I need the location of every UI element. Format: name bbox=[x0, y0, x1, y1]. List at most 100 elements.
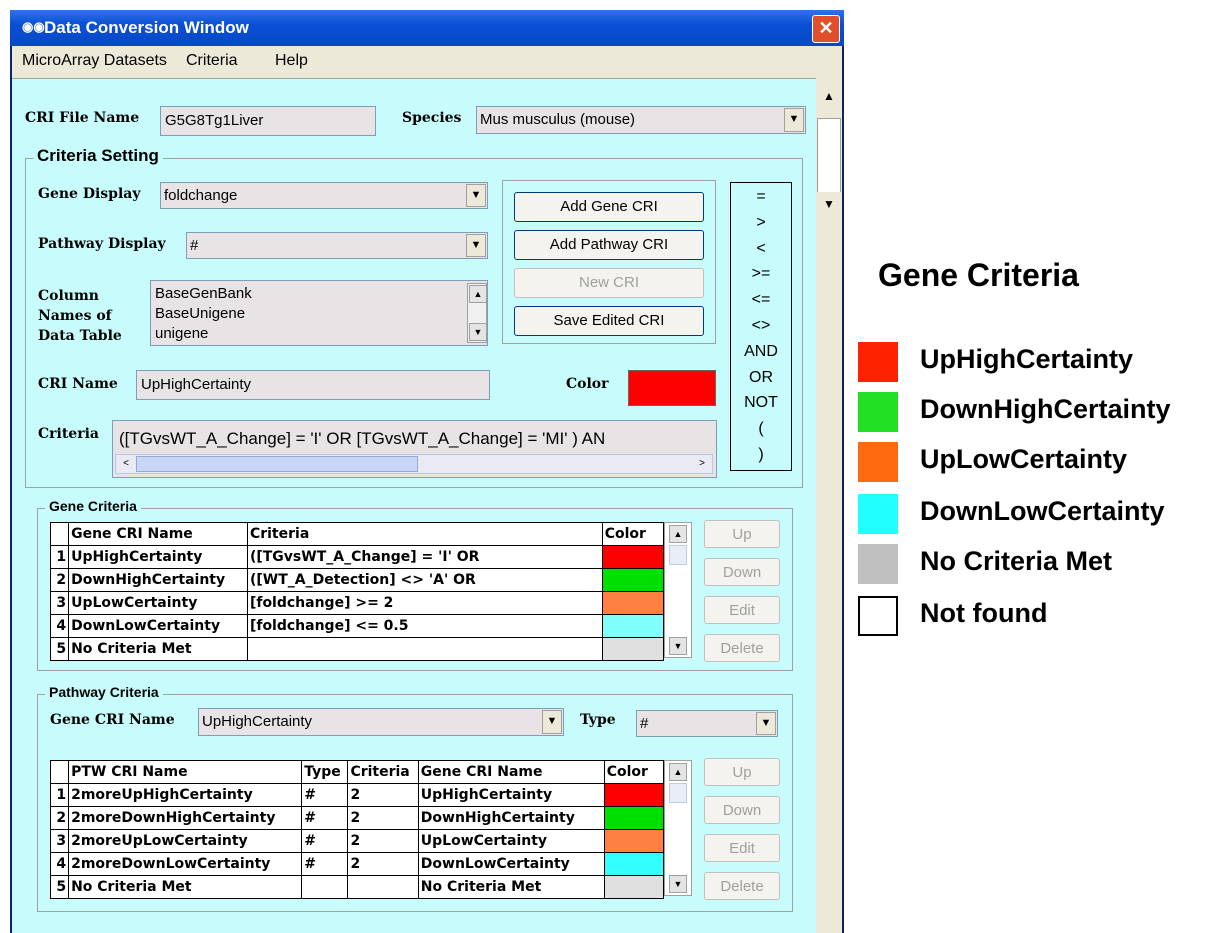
pathway-display-select[interactable]: # ▼ bbox=[186, 232, 488, 259]
chevron-up-icon[interactable]: ▲ bbox=[669, 525, 687, 543]
operator-item[interactable]: >= bbox=[731, 261, 791, 287]
operator-item[interactable]: < bbox=[731, 236, 791, 262]
gene-display-select[interactable]: foldchange ▼ bbox=[160, 182, 488, 209]
add-gene-cri-button[interactable]: Add Gene CRI bbox=[514, 192, 704, 222]
operator-item[interactable]: <> bbox=[731, 313, 791, 339]
column-header[interactable]: Type bbox=[301, 760, 349, 784]
chevron-left-icon[interactable]: < bbox=[118, 456, 134, 472]
color-cell[interactable] bbox=[601, 614, 665, 638]
operator-item[interactable]: NOT bbox=[731, 390, 791, 416]
save-edited-cri-button[interactable]: Save Edited CRI bbox=[514, 306, 704, 336]
color-cell[interactable] bbox=[603, 852, 665, 876]
gene-table-scrollbar[interactable]: ▲ ▼ bbox=[664, 522, 692, 658]
criteria-cell[interactable]: 2 bbox=[347, 852, 419, 876]
gene-cri-name-cell[interactable]: DownHighCertainty bbox=[68, 568, 248, 592]
gene-edit-button[interactable]: Edit bbox=[704, 596, 780, 624]
column-header[interactable]: Criteria bbox=[246, 522, 603, 546]
gene-cri-name-cell[interactable]: UpHighCertainty bbox=[68, 545, 248, 569]
add-pathway-cri-button[interactable]: Add Pathway CRI bbox=[514, 230, 704, 260]
scroll-thumb[interactable] bbox=[136, 456, 418, 472]
pathway-down-button[interactable]: Down bbox=[704, 796, 780, 824]
scroll-down-icon[interactable]: ▼ bbox=[817, 192, 841, 216]
pathway-table-scrollbar[interactable]: ▲ ▼ bbox=[664, 760, 692, 896]
operator-item[interactable]: OR bbox=[731, 365, 791, 391]
ptw-cri-name-cell[interactable]: 2moreDownHighCertainty bbox=[68, 806, 303, 830]
horizontal-scrollbar[interactable]: < > bbox=[115, 454, 713, 474]
table-row[interactable]: 2 DownHighCertainty ([WT_A_Detection] <> '… bbox=[49, 568, 665, 592]
chevron-down-icon[interactable]: ▼ bbox=[669, 875, 687, 893]
ptw-cri-name-cell[interactable]: 2moreUpHighCertainty bbox=[68, 783, 303, 807]
table-row[interactable]: 5 No Criteria Met bbox=[49, 637, 665, 661]
color-cell[interactable] bbox=[603, 783, 665, 807]
gene-delete-button[interactable]: Delete bbox=[704, 634, 780, 662]
ptw-cri-name-cell[interactable]: 2moreDownLowCertainty bbox=[68, 852, 303, 876]
ptw-cri-name-cell[interactable]: No Criteria Met bbox=[68, 875, 303, 899]
scroll-up-icon[interactable]: ▲ bbox=[817, 84, 841, 108]
gene-cri-name-cell[interactable]: UpLowCertainty bbox=[68, 591, 248, 615]
chevron-down-icon[interactable]: ▼ bbox=[784, 108, 804, 132]
type-select[interactable]: # ▼ bbox=[636, 710, 778, 737]
operator-item[interactable]: AND bbox=[731, 339, 791, 365]
color-cell[interactable] bbox=[603, 875, 665, 899]
column-header[interactable]: PTW CRI Name bbox=[68, 760, 303, 784]
cri-name-field[interactable]: UpHighCertainty bbox=[136, 370, 490, 400]
pathway-edit-button[interactable]: Edit bbox=[704, 834, 780, 862]
pathway-up-button[interactable]: Up bbox=[704, 758, 780, 786]
criteria-cell[interactable]: 2 bbox=[347, 829, 419, 853]
column-header[interactable]: Gene CRI Name bbox=[417, 760, 605, 784]
list-item[interactable]: BaseGenBank bbox=[155, 284, 487, 304]
criteria-cell[interactable]: [foldchange] >= 2 bbox=[246, 591, 603, 615]
type-cell[interactable] bbox=[301, 875, 349, 899]
table-row[interactable]: 3 UpLowCertainty [foldchange] >= 2 bbox=[49, 591, 665, 615]
pathway-delete-button[interactable]: Delete bbox=[704, 872, 780, 900]
gene-criteria-table[interactable]: Gene CRI Name Criteria Color 1 UpHighCert… bbox=[49, 522, 665, 661]
color-cell[interactable] bbox=[603, 806, 665, 830]
list-item[interactable]: BaseUnigene bbox=[155, 304, 487, 324]
column-header[interactable]: Gene CRI Name bbox=[68, 522, 248, 546]
color-cell[interactable] bbox=[601, 591, 665, 615]
operator-item[interactable]: <= bbox=[731, 287, 791, 313]
gene-cri-name-cell[interactable]: DownLowCertainty bbox=[68, 614, 248, 638]
column-header[interactable]: Color bbox=[603, 760, 665, 784]
table-row[interactable]: 2 2moreDownHighCertainty #2 DownHighCertain… bbox=[49, 806, 665, 830]
gene-cri-name-cell[interactable]: No Criteria Met bbox=[68, 637, 248, 661]
ptw-cri-name-cell[interactable]: 2moreUpLowCertainty bbox=[68, 829, 303, 853]
chevron-down-icon[interactable]: ▼ bbox=[542, 710, 562, 734]
type-cell[interactable]: # bbox=[301, 806, 349, 830]
color-swatch[interactable] bbox=[628, 370, 716, 406]
operator-list[interactable]: = > < >= <= <> AND OR NOT() bbox=[730, 182, 792, 471]
type-cell[interactable]: # bbox=[301, 829, 349, 853]
list-scrollbar[interactable]: ▲ ▼ bbox=[467, 283, 487, 343]
menu-microarray-datasets[interactable]: MicroArray Datasets bbox=[22, 52, 167, 70]
chevron-down-icon[interactable]: ▼ bbox=[466, 184, 486, 207]
menu-criteria[interactable]: Criteria bbox=[186, 52, 238, 70]
new-cri-button[interactable]: New CRI bbox=[514, 268, 704, 298]
gene-cri-name-cell[interactable]: UpHighCertainty bbox=[417, 783, 605, 807]
criteria-cell[interactable] bbox=[347, 875, 419, 899]
operator-item[interactable]: ) bbox=[731, 442, 791, 468]
vertical-scrollbar[interactable]: ▲ ▼ bbox=[816, 78, 842, 933]
operator-item[interactable]: = bbox=[731, 184, 791, 210]
criteria-cell[interactable]: ([TGvsWT_A_Change] = 'I' OR bbox=[246, 545, 603, 569]
operator-item[interactable]: ( bbox=[731, 416, 791, 442]
table-row[interactable]: 3 2moreUpLowCertainty #2 UpLowCertainty bbox=[49, 829, 665, 853]
chevron-down-icon[interactable]: ▼ bbox=[466, 234, 486, 257]
cri-file-name-field[interactable]: G5G8Tg1Liver bbox=[160, 106, 376, 136]
column-names-list[interactable]: BaseGenBank BaseUnigene unigene ▲ ▼ bbox=[150, 280, 488, 346]
color-cell[interactable] bbox=[601, 568, 665, 592]
type-cell[interactable]: # bbox=[301, 852, 349, 876]
criteria-field[interactable]: ([TGvsWT_A_Change] = 'I' OR [TGvsWT_A_Ch… bbox=[112, 420, 717, 478]
gene-cri-name-cell[interactable]: UpLowCertainty bbox=[417, 829, 605, 853]
criteria-cell[interactable]: 2 bbox=[347, 783, 419, 807]
table-row[interactable]: 5 No Criteria Met No Criteria Met bbox=[49, 875, 665, 899]
species-select[interactable]: Mus musculus (mouse) ▼ bbox=[476, 106, 806, 134]
type-cell[interactable]: # bbox=[301, 783, 349, 807]
scroll-thumb[interactable] bbox=[817, 118, 841, 194]
gene-down-button[interactable]: Down bbox=[704, 558, 780, 586]
list-item[interactable]: unigene bbox=[155, 324, 487, 344]
scroll-thumb[interactable] bbox=[669, 783, 687, 803]
criteria-cell[interactable] bbox=[246, 637, 603, 661]
close-button[interactable]: ✕ bbox=[812, 15, 840, 43]
table-row[interactable]: 1 UpHighCertainty ([TGvsWT_A_Change] = 'I'… bbox=[49, 545, 665, 569]
chevron-right-icon[interactable]: > bbox=[694, 456, 710, 472]
